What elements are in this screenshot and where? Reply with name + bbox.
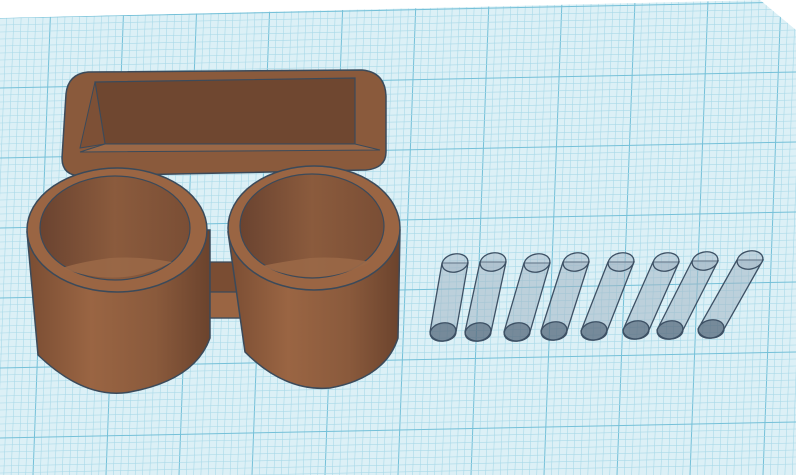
cup-right[interactable] (227, 165, 401, 390)
workplane-scene[interactable] (0, 0, 796, 475)
workplane-viewport[interactable] (0, 0, 796, 475)
storage-box[interactable] (61, 69, 387, 177)
cup-left[interactable] (26, 167, 211, 394)
